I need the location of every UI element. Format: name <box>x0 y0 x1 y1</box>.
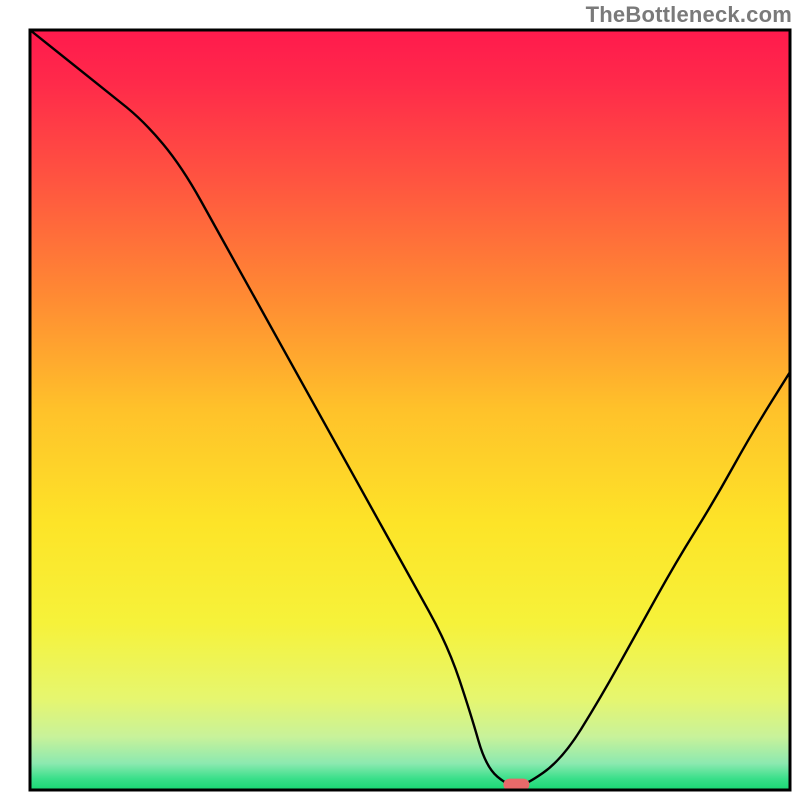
chart-container: TheBottleneck.com <box>0 0 800 800</box>
watermark-text: TheBottleneck.com <box>586 2 792 28</box>
chart-svg <box>0 0 800 800</box>
plot-background <box>30 30 790 790</box>
